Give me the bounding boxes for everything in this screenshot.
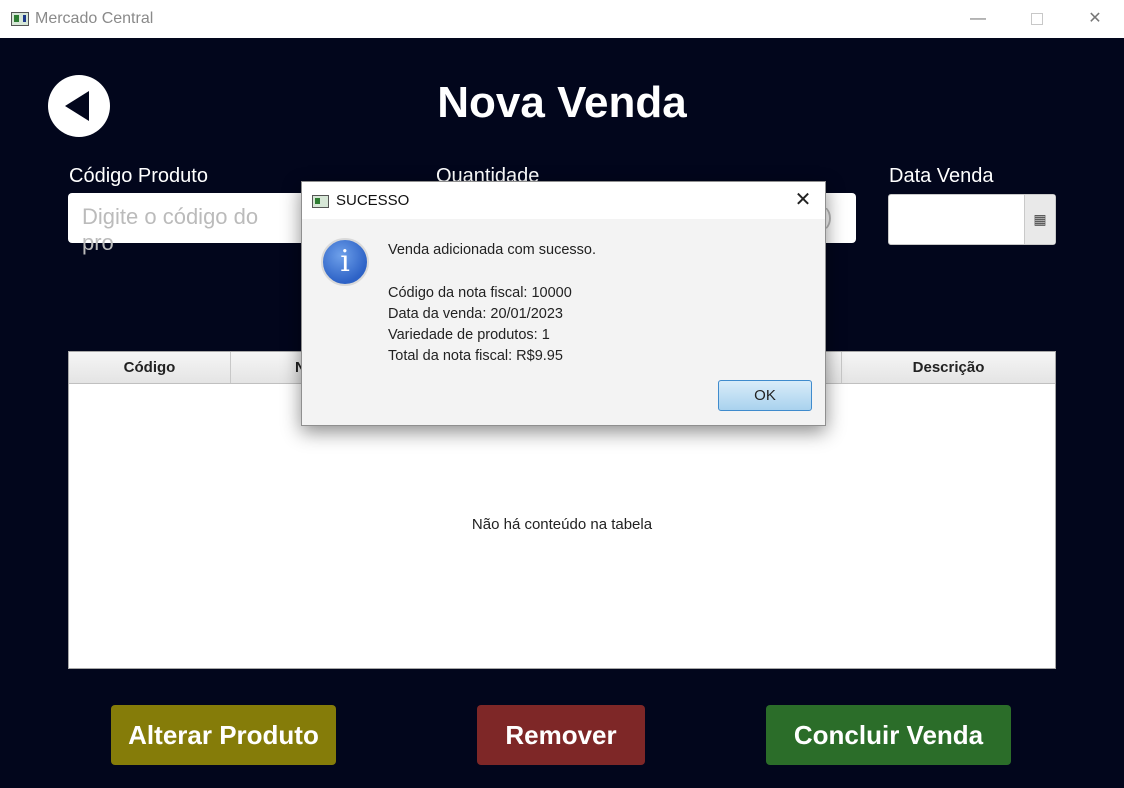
dialog-line-variedade: Variedade de produtos: 1 <box>388 327 550 343</box>
window-titlebar: Mercado Central — ✕ <box>0 0 1124 39</box>
dialog-line-data-venda: Data da venda: 20/01/2023 <box>388 306 563 322</box>
dialog-close-button[interactable]: ✕ <box>784 182 822 219</box>
dialog-line-nota-fiscal: Código da nota fiscal: 10000 <box>388 285 572 301</box>
table-empty-message: Não há conteúdo na tabela <box>471 516 653 533</box>
calendar-icon[interactable]: ▦ <box>1024 195 1055 244</box>
alterar-produto-button[interactable]: Alterar Produto <box>111 705 336 765</box>
column-header-codigo[interactable]: Código <box>69 352 231 383</box>
minimize-button[interactable]: — <box>949 0 1007 38</box>
data-venda-label: Data Venda <box>889 165 994 187</box>
close-window-button[interactable]: ✕ <box>1066 0 1124 38</box>
remover-button[interactable]: Remover <box>477 705 645 765</box>
app-icon <box>11 12 29 26</box>
data-venda-picker[interactable]: ▦ <box>888 194 1056 245</box>
dialog-title: SUCESSO <box>336 192 410 209</box>
concluir-venda-button[interactable]: Concluir Venda <box>766 705 1011 765</box>
window-title: Mercado Central <box>35 10 154 27</box>
dialog-titlebar: SUCESSO ✕ <box>302 182 825 219</box>
column-header-descricao[interactable]: Descrição <box>841 352 1055 383</box>
dialog-app-icon <box>312 195 329 208</box>
ok-button[interactable]: OK <box>718 380 812 411</box>
codigo-produto-input[interactable]: Digite o código do pro <box>68 193 308 255</box>
success-dialog: SUCESSO ✕ i Venda adicionada com sucesso… <box>301 181 826 426</box>
maximize-icon <box>1031 12 1043 25</box>
dialog-message-heading: Venda adicionada com sucesso. <box>388 242 596 258</box>
info-icon: i <box>321 238 369 286</box>
codigo-produto-label: Código Produto <box>69 165 208 187</box>
page-title: Nova Venda <box>437 78 687 127</box>
maximize-button[interactable] <box>1008 0 1066 38</box>
dialog-line-total: Total da nota fiscal: R$9.95 <box>388 348 563 364</box>
